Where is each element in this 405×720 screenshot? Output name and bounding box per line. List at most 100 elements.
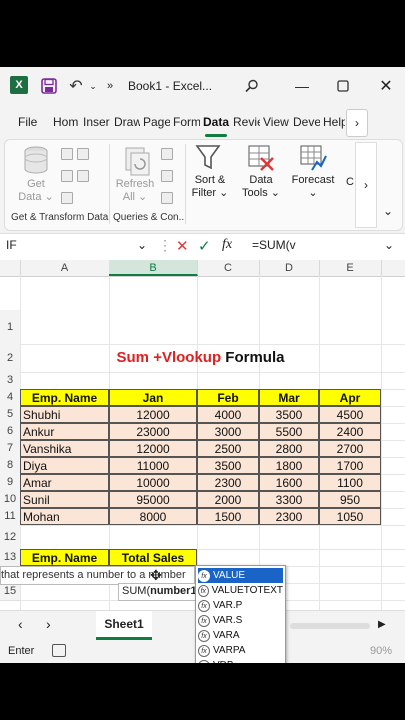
table-cell[interactable]: 3500 bbox=[259, 406, 319, 423]
minimize-icon[interactable]: — bbox=[292, 76, 312, 96]
save-icon[interactable] bbox=[40, 76, 58, 96]
from-web-icon[interactable] bbox=[77, 148, 89, 160]
tab-help[interactable]: Help bbox=[323, 115, 345, 129]
table-cell[interactable]: Mohan bbox=[20, 508, 109, 525]
table-cell[interactable]: Diya bbox=[20, 457, 109, 474]
expand-formula-icon[interactable]: ⌄ bbox=[384, 238, 394, 252]
forecast-button[interactable]: Forecast ⌄ bbox=[291, 174, 335, 200]
table-cell[interactable]: Shubhi bbox=[20, 406, 109, 423]
tab-data[interactable]: Data bbox=[203, 115, 230, 129]
tab-file[interactable]: File bbox=[18, 115, 40, 129]
sheet-title[interactable]: Sum +Vlookup Formula bbox=[20, 344, 381, 372]
table-cell[interactable]: 2300 bbox=[197, 474, 259, 491]
row-header[interactable]: 13 bbox=[0, 549, 20, 567]
row-header[interactable]: 7 bbox=[0, 440, 20, 458]
enter-check-icon[interactable]: ✓ bbox=[198, 237, 211, 255]
insert-function-icon[interactable]: fx bbox=[222, 237, 232, 253]
table-cell[interactable]: 2800 bbox=[259, 440, 319, 457]
name-box[interactable]: IF bbox=[6, 238, 146, 256]
row-header[interactable]: 1 bbox=[0, 310, 20, 345]
table-cell[interactable]: 12000 bbox=[109, 406, 197, 423]
tab-page-layout[interactable]: Page bbox=[143, 115, 170, 129]
row-header[interactable]: 15 bbox=[0, 583, 20, 601]
tab-review[interactable]: Revie bbox=[233, 115, 260, 129]
autocomplete-item[interactable]: fxVDB bbox=[198, 658, 283, 663]
tab-home[interactable]: Hom bbox=[53, 115, 79, 129]
table-header-cell[interactable]: Jan bbox=[109, 389, 197, 406]
row-header[interactable]: 4 bbox=[0, 389, 20, 407]
column-header-d[interactable]: D bbox=[259, 260, 320, 276]
tab-developer[interactable]: Deve bbox=[293, 115, 320, 129]
tab-draw[interactable]: Draw bbox=[114, 115, 140, 129]
table-cell[interactable]: 10000 bbox=[109, 474, 197, 491]
table-cell[interactable]: Sunil bbox=[20, 491, 109, 508]
table-cell[interactable]: 2400 bbox=[319, 423, 381, 440]
undo-icon[interactable]: ↶ bbox=[66, 76, 86, 96]
table-cell[interactable]: 95000 bbox=[109, 491, 197, 508]
row-header[interactable]: 11 bbox=[0, 508, 20, 526]
refresh-all-button[interactable]: Refresh All ⌄ bbox=[113, 178, 157, 204]
sort-filter-button[interactable]: Sort & Filter ⌄ bbox=[189, 174, 231, 200]
data-tools-button[interactable]: Data Tools ⌄ bbox=[239, 174, 283, 200]
table-cell[interactable]: 1100 bbox=[319, 474, 381, 491]
table-cell[interactable]: 1050 bbox=[319, 508, 381, 525]
row-header[interactable]: 12 bbox=[0, 525, 20, 550]
from-table-icon[interactable] bbox=[61, 170, 73, 182]
autocomplete-list[interactable]: fx VALUE fx VALUETOTEXT fx VAR.P fx VAR.S fx VARA… bbox=[195, 565, 286, 663]
maximize-icon[interactable] bbox=[334, 76, 352, 96]
ribbon-expand-icon[interactable]: ⌄ bbox=[383, 204, 393, 218]
table-cell[interactable]: 1800 bbox=[259, 457, 319, 474]
prev-sheet-icon[interactable]: ‹ bbox=[18, 616, 23, 632]
column-header-b[interactable]: B bbox=[109, 260, 198, 276]
search-icon[interactable] bbox=[242, 76, 262, 96]
sheet-tab-sheet1[interactable]: Sheet1 bbox=[96, 611, 152, 640]
from-text-icon[interactable] bbox=[61, 148, 73, 160]
horizontal-scrollbar[interactable] bbox=[290, 623, 370, 629]
row-header[interactable]: 8 bbox=[0, 457, 20, 475]
row-header[interactable]: 6 bbox=[0, 423, 20, 441]
formula-input[interactable]: =SUM(v bbox=[252, 238, 296, 252]
table-cell[interactable]: 3000 bbox=[197, 423, 259, 440]
table-header-cell[interactable]: Apr bbox=[319, 389, 381, 406]
autocomplete-item[interactable]: fx VAR.S bbox=[198, 613, 283, 628]
edit-links-icon[interactable] bbox=[161, 192, 173, 204]
get-data-button[interactable]: Get Data ⌄ bbox=[15, 178, 57, 204]
undo-dropdown-icon[interactable]: ⌄ bbox=[88, 76, 98, 96]
zoom-level[interactable]: 90% bbox=[370, 645, 392, 657]
table-header-cell[interactable]: Mar bbox=[259, 389, 319, 406]
table-cell[interactable]: Ankur bbox=[20, 423, 109, 440]
close-icon[interactable]: ✕ bbox=[376, 76, 396, 96]
tab-scroll-right-icon[interactable]: › bbox=[346, 109, 368, 137]
table-cell[interactable]: Vanshika bbox=[20, 440, 109, 457]
table-cell[interactable]: 2500 bbox=[197, 440, 259, 457]
table-cell[interactable]: 5500 bbox=[259, 423, 319, 440]
worksheet-grid[interactable]: A B C D E Sum +Vlookup Formula Emp. Name… bbox=[0, 260, 405, 610]
accessibility-icon[interactable] bbox=[52, 644, 66, 657]
more-commands-icon[interactable]: » bbox=[104, 76, 116, 96]
tab-insert[interactable]: Inser bbox=[83, 115, 110, 129]
table-cell[interactable]: 2700 bbox=[319, 440, 381, 457]
autocomplete-item[interactable]: fx VALUETOTEXT bbox=[198, 583, 283, 598]
queries-connections-icon[interactable] bbox=[161, 148, 173, 160]
autocomplete-item[interactable]: fx VALUE bbox=[198, 568, 283, 583]
function-argument-tooltip[interactable]: SUM(number1, bbox=[118, 583, 203, 601]
table-cell[interactable]: 4000 bbox=[197, 406, 259, 423]
existing-connections-icon[interactable] bbox=[61, 192, 73, 204]
table-cell[interactable]: 950 bbox=[319, 491, 381, 508]
table-cell[interactable]: 3500 bbox=[197, 457, 259, 474]
table-cell[interactable]: 2000 bbox=[197, 491, 259, 508]
lookup-name-header[interactable]: Emp. Name bbox=[20, 549, 109, 566]
table-cell[interactable]: 3300 bbox=[259, 491, 319, 508]
row-header[interactable]: 2 bbox=[0, 344, 20, 373]
table-cell[interactable]: 8000 bbox=[109, 508, 197, 525]
row-header[interactable]: 9 bbox=[0, 474, 20, 492]
row-header[interactable]: 5 bbox=[0, 406, 20, 424]
table-header-cell[interactable]: Emp. Name bbox=[20, 389, 109, 406]
autocomplete-item[interactable]: fx VARA bbox=[198, 628, 283, 643]
cancel-icon[interactable]: ✕ bbox=[176, 237, 189, 255]
autocomplete-item[interactable]: fx VAR.P bbox=[198, 598, 283, 613]
ribbon-scroll-right-icon[interactable]: › bbox=[355, 142, 377, 228]
table-cell[interactable]: 12000 bbox=[109, 440, 197, 457]
row-header[interactable]: 10 bbox=[0, 491, 20, 509]
table-cell[interactable]: 11000 bbox=[109, 457, 197, 474]
